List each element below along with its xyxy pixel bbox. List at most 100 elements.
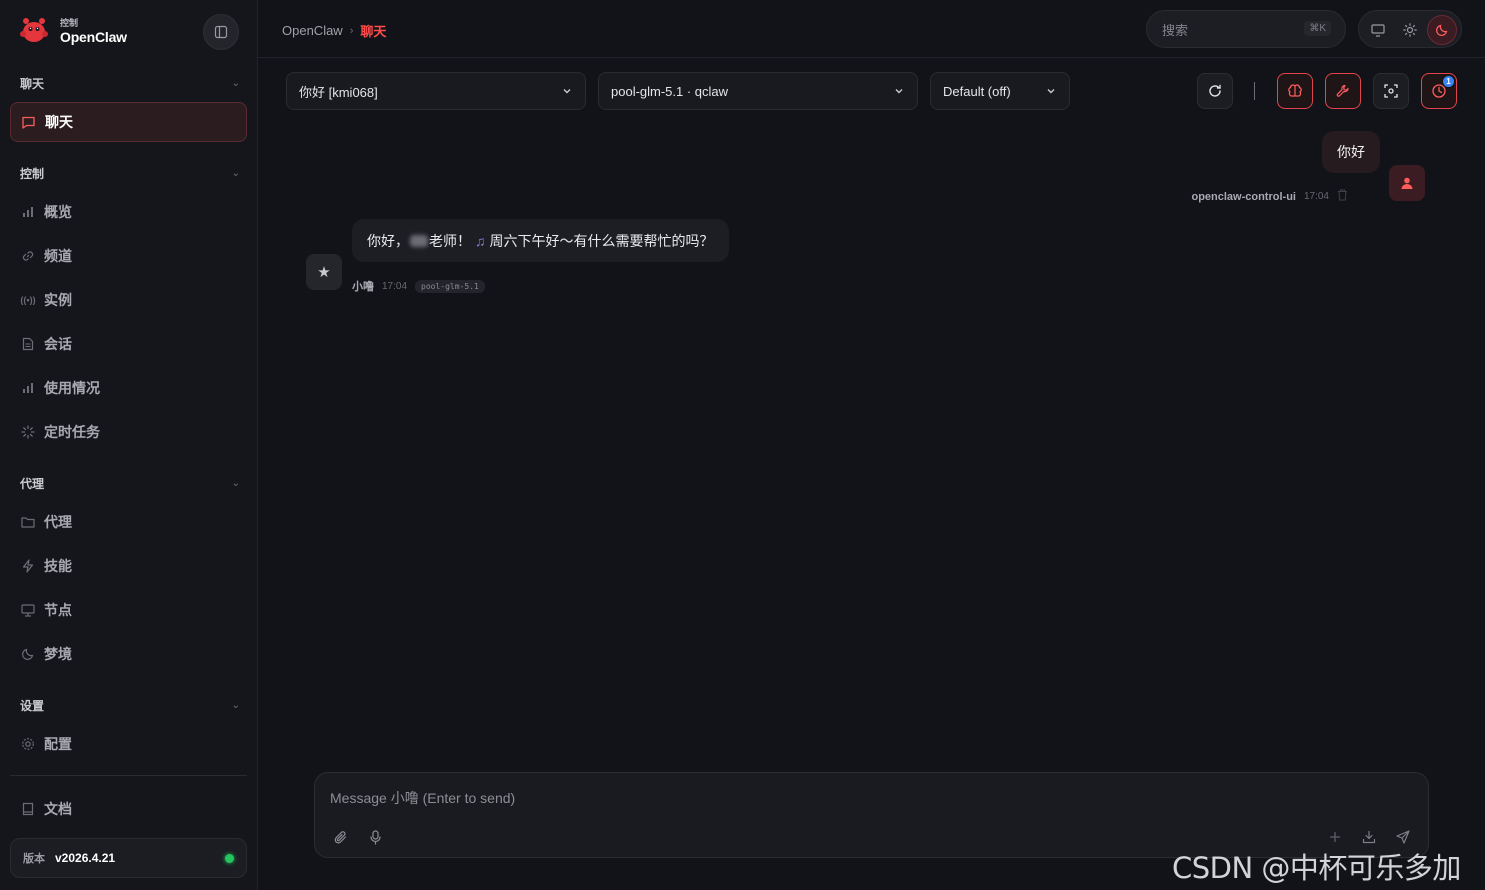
status-dot <box>225 854 234 863</box>
chevron-down-icon: ⌄ <box>231 168 240 179</box>
version-value: v2026.4.21 <box>55 851 116 865</box>
assistant-message-bubble: 你好， 老师！ ♫ 周六下午好～有什么需要帮忙的吗？ <box>352 219 729 262</box>
assistant-message-time: 17:04 <box>382 280 408 292</box>
refresh-button[interactable] <box>1197 73 1233 109</box>
brand[interactable]: 控制 OpenClaw <box>18 14 127 46</box>
moon-icon <box>1435 24 1448 37</box>
bar-chart-icon <box>20 204 36 220</box>
sidebar-item-label: 概览 <box>44 204 72 220</box>
sidebar-item-label: 实例 <box>44 292 72 308</box>
sidebar-item-dreams[interactable]: 梦境 <box>20 642 240 666</box>
sidebar-item-chat[interactable]: 聊天 <box>10 102 247 142</box>
sidebar-item-label: 配置 <box>44 736 72 752</box>
user-avatar <box>1389 165 1425 201</box>
theme-system-button[interactable] <box>1363 15 1393 45</box>
section-chat[interactable]: 聊天 ⌄ <box>20 75 240 92</box>
chevron-down-icon <box>1047 89 1055 94</box>
sidebar-item-skills[interactable]: 技能 <box>20 554 240 578</box>
sidebar-collapse-button[interactable] <box>203 14 239 50</box>
breadcrumb-separator: › <box>349 24 354 37</box>
loader-icon <box>20 424 36 440</box>
breadcrumb-root[interactable]: OpenClaw <box>282 23 343 38</box>
sidebar-item-agents[interactable]: 代理 <box>20 510 240 534</box>
chevron-down-icon <box>895 89 903 94</box>
sidebar-item-cron[interactable]: 定时任务 <box>20 420 240 444</box>
link-icon <box>20 248 36 264</box>
sidebar-item-nodes[interactable]: 节点 <box>20 598 240 622</box>
sidebar-item-label: 使用情况 <box>44 380 100 396</box>
section-title: 代理 <box>20 477 45 491</box>
gear-icon <box>20 736 36 752</box>
message-square-icon <box>21 114 37 130</box>
chevron-down-icon: ⌄ <box>231 478 240 489</box>
microphone-icon[interactable] <box>365 827 385 847</box>
user-message-meta: openclaw-control-ui 17:04 <box>1191 189 1348 204</box>
sidebar-item-label: 梦境 <box>44 646 72 662</box>
tools-toggle-button[interactable] <box>1325 73 1361 109</box>
redacted-name <box>410 234 428 247</box>
panel-left-icon <box>214 25 228 39</box>
zap-icon <box>20 558 36 574</box>
assistant-avatar: ★ <box>306 254 342 290</box>
sidebar-item-label: 文档 <box>44 801 72 817</box>
model-select[interactable]: pool-glm-5.1 · qclaw <box>598 72 918 110</box>
monitor-icon <box>20 602 36 618</box>
section-control[interactable]: 控制 ⌄ <box>20 165 240 182</box>
chevron-down-icon: ⌄ <box>231 78 240 89</box>
section-title: 聊天 <box>20 77 45 91</box>
sidebar-item-usage[interactable]: 使用情况 <box>20 376 240 400</box>
cron-jobs-button[interactable]: 1 <box>1421 73 1457 109</box>
focus-mode-button[interactable] <box>1373 73 1409 109</box>
send-icon[interactable] <box>1393 827 1413 847</box>
section-title: 控制 <box>20 167 45 181</box>
toolbar-divider <box>1254 82 1255 100</box>
watermark: CSDN @中杯可乐多加冰 <box>1172 851 1461 885</box>
topbar: OpenClaw › 聊天 搜索 ⌘K <box>258 0 1485 58</box>
star-icon: ★ <box>317 264 331 281</box>
section-settings[interactable]: 设置 ⌄ <box>20 697 240 714</box>
theme-dark-button[interactable] <box>1427 15 1457 45</box>
thinking-toggle-button[interactable] <box>1277 73 1313 109</box>
book-icon <box>20 801 36 817</box>
thinking-select[interactable]: Default (off) <box>930 72 1070 110</box>
chevron-down-icon: ⌄ <box>231 700 240 711</box>
paperclip-icon[interactable] <box>330 827 350 847</box>
sidebar-item-instances[interactable]: ((•)) 实例 <box>20 288 240 312</box>
session-select[interactable]: 你好 [kmi068] <box>286 72 586 110</box>
model-tag: pool-glm-5.1 <box>415 279 485 293</box>
composer-input[interactable]: Message 小噜 (Enter to send) <box>330 788 515 808</box>
user-message-time: 17:04 <box>1303 191 1329 202</box>
notification-badge: 1 <box>1442 75 1455 88</box>
sidebar-item-docs[interactable]: 文档 <box>20 797 240 821</box>
assistant-sender-name: 小噜 <box>352 281 374 293</box>
theme-switcher <box>1358 10 1462 48</box>
brain-icon <box>1288 84 1302 97</box>
chevron-down-icon <box>563 89 571 94</box>
sidebar-item-label: 聊天 <box>45 114 73 130</box>
sidebar-item-label: 技能 <box>44 558 72 574</box>
user-icon <box>1401 177 1413 189</box>
search-input[interactable]: 搜索 ⌘K <box>1146 10 1346 48</box>
download-icon[interactable] <box>1359 827 1379 847</box>
sidebar-item-overview[interactable]: 概览 <box>20 200 240 224</box>
theme-light-button[interactable] <box>1395 15 1425 45</box>
assistant-text-greeting: 你好， <box>367 232 409 249</box>
user-message-text: 你好 <box>1337 144 1365 160</box>
user-sender-name: openclaw-control-ui <box>1191 190 1296 203</box>
scan-icon <box>1384 84 1398 98</box>
plus-icon[interactable] <box>1325 827 1345 847</box>
version-label: 版本 <box>23 853 45 865</box>
trash-icon[interactable] <box>1337 189 1348 204</box>
breadcrumb-current: 聊天 <box>360 24 387 39</box>
section-agents[interactable]: 代理 ⌄ <box>20 475 240 492</box>
radio-icon: ((•)) <box>20 295 36 305</box>
sidebar-item-config[interactable]: 配置 <box>20 732 240 756</box>
brand-subtitle: 控制 <box>60 17 79 28</box>
model-select-value: pool-glm-5.1 · qclaw <box>611 83 729 99</box>
sidebar-item-sessions[interactable]: 会话 <box>20 332 240 356</box>
bar-chart-icon <box>20 380 36 396</box>
monitor-icon <box>1371 23 1385 37</box>
search-placeholder: 搜索 <box>1162 22 1189 38</box>
brand-name: OpenClaw <box>60 28 127 45</box>
sidebar-item-channels[interactable]: 频道 <box>20 244 240 268</box>
